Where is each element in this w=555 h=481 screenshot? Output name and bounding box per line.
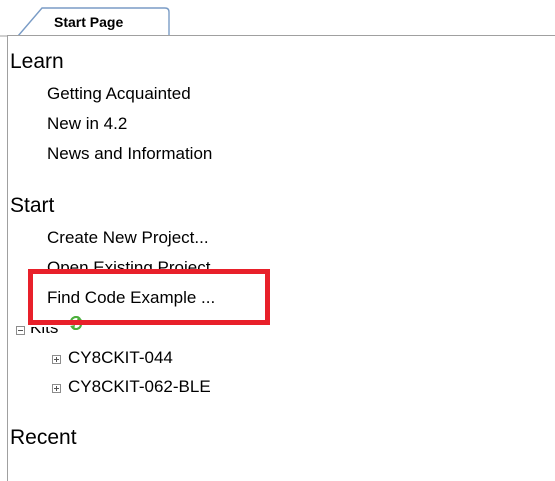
link-news-and-information[interactable]: News and Information — [47, 144, 212, 164]
kit-expander-cy8ckit-062-ble[interactable] — [52, 384, 61, 393]
kits-expander[interactable] — [16, 326, 25, 335]
recent-heading: Recent — [10, 426, 77, 449]
link-getting-acquainted[interactable]: Getting Acquainted — [47, 84, 191, 104]
kit-expander-cy8ckit-044[interactable] — [52, 355, 61, 364]
link-create-new-project[interactable]: Create New Project... — [47, 228, 209, 248]
refresh-icon[interactable] — [68, 316, 84, 330]
link-find-code-example[interactable]: Find Code Example ... — [47, 288, 215, 308]
kit-item-cy8ckit-062-ble[interactable]: CY8CKIT-062-BLE — [68, 377, 211, 397]
start-heading: Start — [10, 194, 55, 217]
tab-start-page[interactable]: Start Page — [54, 13, 123, 31]
kit-item-cy8ckit-044[interactable]: CY8CKIT-044 — [68, 348, 173, 368]
start-page-window: Start Page Learn Getting Acquainted New … — [0, 0, 555, 481]
learn-heading: Learn — [10, 50, 64, 73]
link-new-in-4-2[interactable]: New in 4.2 — [47, 114, 127, 134]
document-tab-strip: Start Page — [0, 0, 555, 37]
